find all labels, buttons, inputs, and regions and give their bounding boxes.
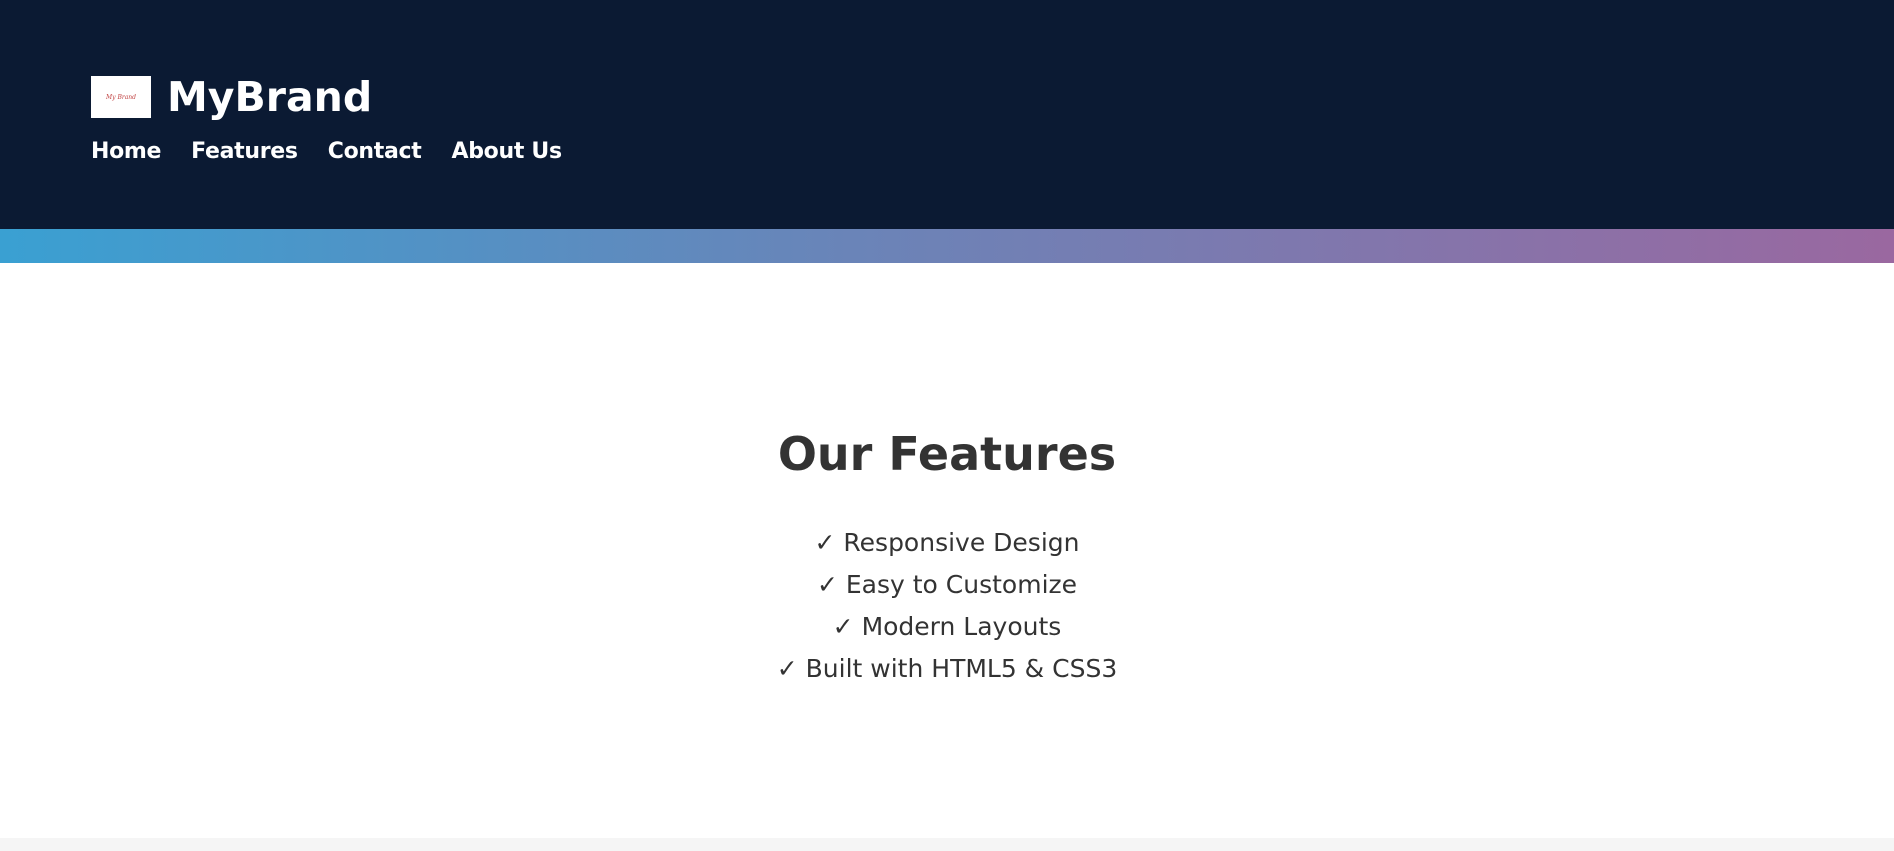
features-section: Our Features ✓ Responsive Design ✓ Easy … [0, 263, 1894, 838]
brand-logo-text: My Brand [106, 93, 136, 101]
feature-item: ✓ Modern Layouts [832, 612, 1062, 641]
nav-link-features[interactable]: Features [191, 139, 298, 164]
brand-name[interactable]: MyBrand [167, 73, 372, 121]
nav-link-contact[interactable]: Contact [328, 139, 422, 164]
site-header: My Brand MyBrand Home Features Contact A… [0, 0, 1894, 229]
feature-item: ✓ Built with HTML5 & CSS3 [776, 654, 1118, 683]
brand-logo[interactable]: My Brand [91, 76, 151, 118]
nav-link-home[interactable]: Home [91, 139, 161, 164]
feature-item: ✓ Responsive Design [814, 528, 1080, 557]
features-list: ✓ Responsive Design ✓ Easy to Customize … [0, 522, 1894, 690]
footer-strip [0, 838, 1894, 851]
features-title: Our Features [777, 427, 1117, 481]
main-nav: Home Features Contact About Us [91, 137, 592, 165]
brand[interactable]: My Brand MyBrand [91, 73, 372, 121]
gradient-divider [0, 229, 1894, 263]
nav-link-about-us[interactable]: About Us [451, 139, 562, 164]
feature-item: ✓ Easy to Customize [816, 570, 1078, 599]
